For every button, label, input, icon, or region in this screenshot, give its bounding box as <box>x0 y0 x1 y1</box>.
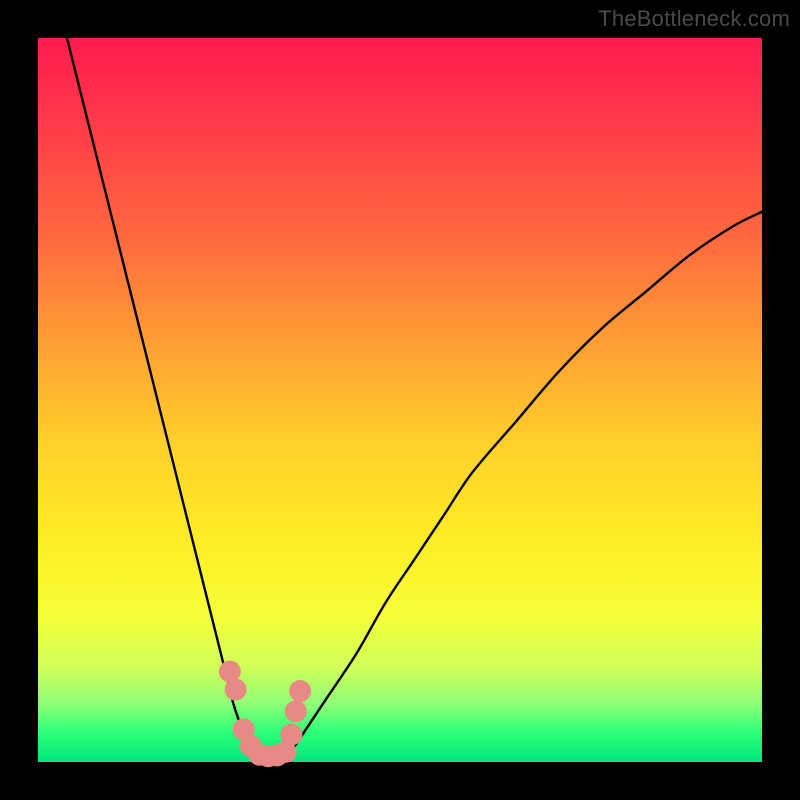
plot-area <box>38 38 762 762</box>
marker-valley-dots <box>285 700 307 722</box>
marker-valley-dots <box>289 680 311 702</box>
marker-valley-dots <box>225 679 247 701</box>
series-group <box>67 38 762 762</box>
series-left-curve <box>67 38 255 762</box>
chart-svg <box>38 38 762 762</box>
marker-valley-dots <box>280 723 302 745</box>
watermark-text: TheBottleneck.com <box>598 6 790 32</box>
marker-group <box>219 661 311 768</box>
series-right-curve <box>284 212 762 762</box>
chart-frame: TheBottleneck.com <box>0 0 800 800</box>
